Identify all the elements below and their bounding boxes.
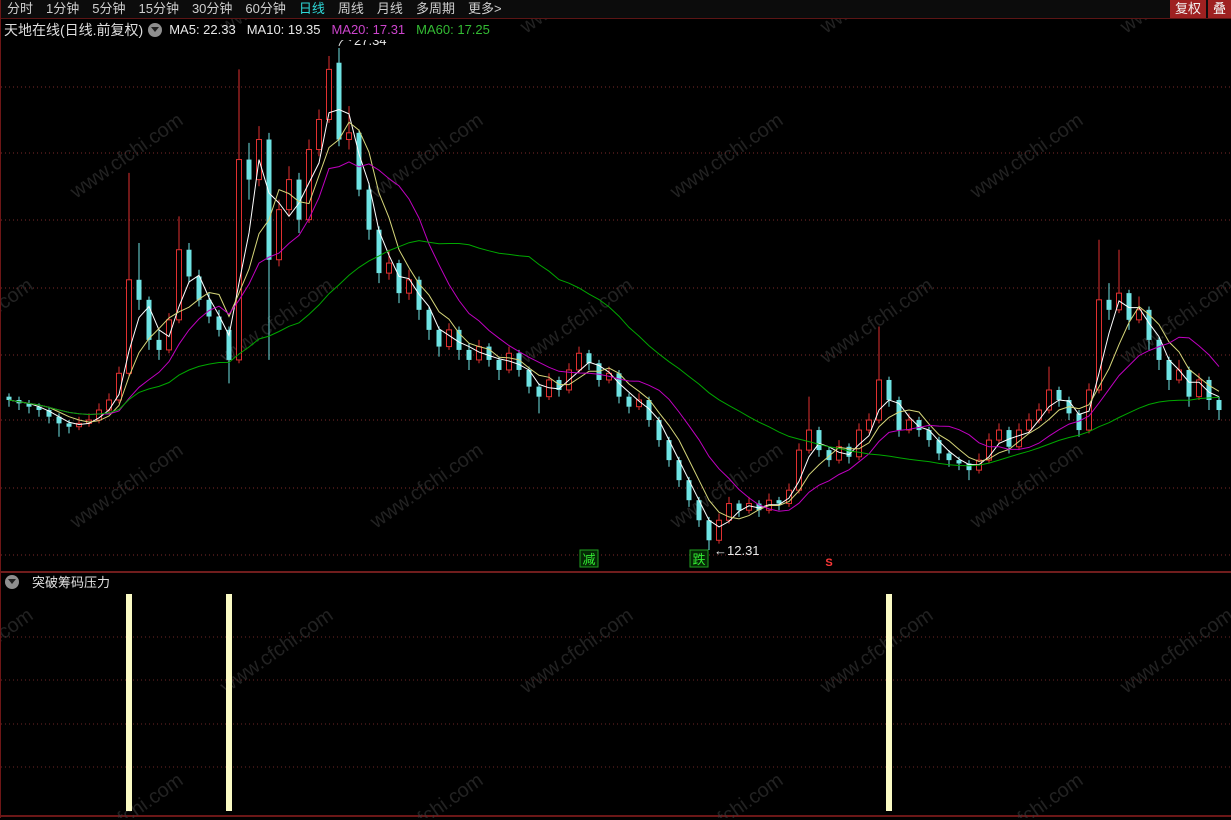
menu-item-4[interactable]: 30分钟 [192, 0, 232, 18]
ma-readout-2: MA20: 17.31 [331, 21, 406, 37]
menu-item-7[interactable]: 周线 [338, 0, 364, 18]
indicator-chevron-down-icon[interactable] [5, 574, 19, 589]
event-marker: 减 [582, 552, 595, 567]
low-annotation: ←12.31 [714, 543, 760, 558]
high-annotation-arrow [338, 40, 352, 47]
signal-bar [226, 594, 232, 811]
menu-item-2[interactable]: 5分钟 [92, 0, 125, 18]
event-marker: 跌 [692, 552, 705, 567]
chevron-down-icon[interactable] [148, 22, 163, 37]
indicator-title: 突破筹码压力 [32, 575, 111, 590]
signal-bar [886, 594, 892, 811]
menu-item-5[interactable]: 60分钟 [245, 0, 285, 18]
adjust-rights-button[interactable]: 复权 [1169, 0, 1206, 18]
menu-item-6[interactable]: 日线 [299, 0, 325, 18]
menu-item-10[interactable]: 更多> [468, 0, 502, 18]
chart-header: 天地在线(日线.前复权) MA5: 22.33 MA10: 19.35 MA20: … [1, 19, 1231, 40]
overlay-button-clipped[interactable]: 叠 [1208, 0, 1231, 18]
ma-line-ma5 [8, 108, 1220, 528]
ma-line-ma20 [8, 161, 1220, 512]
ma-readouts: MA5: 22.33 MA10: 19.35 MA20: 17.31 MA60: 17… [169, 21, 501, 39]
menu-item-9[interactable]: 多周期 [416, 0, 455, 18]
ma-readout-1: MA10: 19.35 [246, 21, 321, 37]
menu-item-8[interactable]: 月线 [377, 0, 403, 18]
ma-readout-0: MA5: 22.33 [169, 21, 236, 37]
indicator-panel-chart[interactable] [1, 590, 1231, 815]
ma-readout-3: MA60: 17.25 [416, 21, 490, 37]
menu-item-1[interactable]: 1分钟 [46, 0, 79, 18]
symbol-title: 天地在线(日线.前复权) [4, 21, 144, 38]
signal-bar [126, 594, 132, 811]
ma-line-ma10 [8, 121, 1220, 520]
menu-right-buttons: 复权 叠 [1168, 0, 1231, 18]
menu-item-3[interactable]: 15分钟 [138, 0, 178, 18]
period-menubar: 分时 1分钟 5分钟 15分钟 30分钟 60分钟 日线 周线 月线 多周期 更多> 复权 叠 [1, 0, 1231, 19]
high-annotation: 27.34 [354, 40, 387, 48]
stock-chart-window: www.cfchi.com www.cfchi.com www.cfchi.com w… [0, 0, 1231, 820]
menu-item-0[interactable]: 分时 [7, 0, 33, 18]
main-candlestick-chart[interactable]: 27.34 ←12.31 减 跌 S [1, 40, 1231, 571]
indicator-header: 突破筹码压力 [1, 571, 1231, 590]
period-menu-items: 分时 1分钟 5分钟 15分钟 30分钟 60分钟 日线 周线 月线 多周期 更多> [1, 0, 1168, 18]
candles-group [6, 48, 1222, 550]
sell-signal-marker: S [825, 557, 832, 569]
